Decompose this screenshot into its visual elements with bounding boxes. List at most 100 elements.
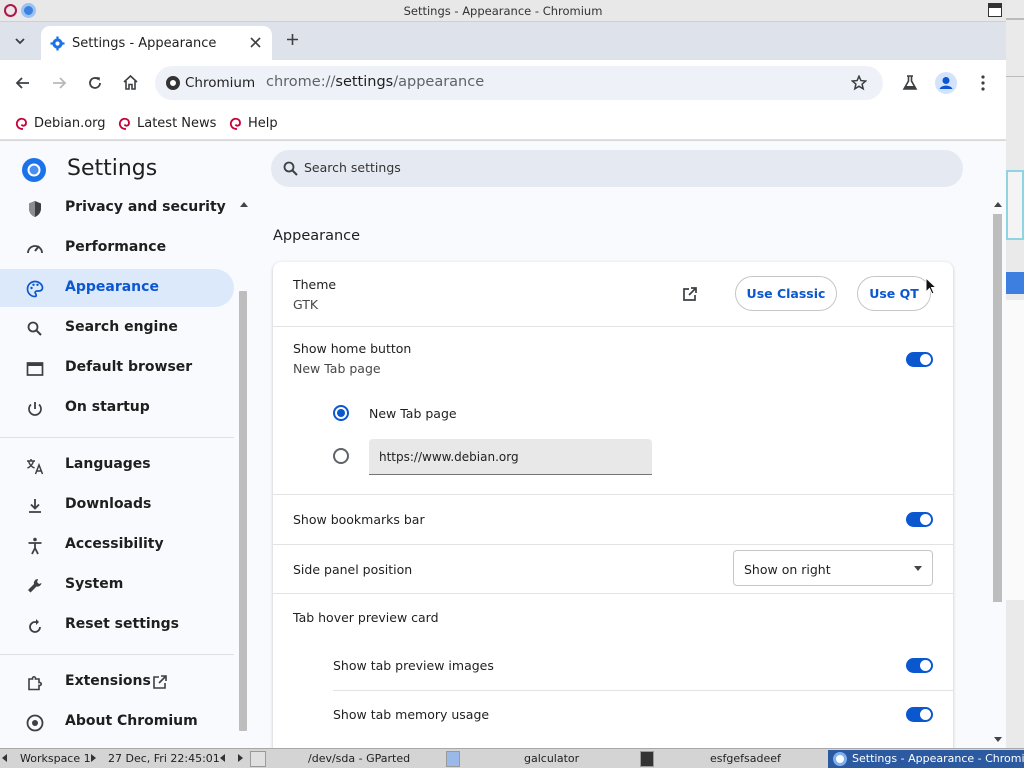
tab-memory-usage-label: Show tab memory usage bbox=[333, 707, 490, 722]
radio-custom-url[interactable] bbox=[333, 448, 349, 464]
sidebar-item-reset-settings[interactable]: Reset settings bbox=[0, 606, 234, 644]
tab-memory-usage-toggle[interactable] bbox=[906, 707, 933, 722]
main-scrollbar[interactable] bbox=[991, 196, 1004, 748]
labs-flask-icon[interactable] bbox=[902, 74, 918, 91]
home-button-toggle[interactable] bbox=[906, 352, 933, 367]
workspace-label[interactable]: Workspace 1 bbox=[20, 752, 91, 765]
external-link-icon[interactable] bbox=[682, 286, 698, 302]
external-link-icon bbox=[152, 674, 168, 690]
scroll-down-arrow-icon[interactable] bbox=[994, 737, 1002, 742]
bg-window-bar bbox=[1006, 76, 1024, 77]
bg-window-panel bbox=[1006, 170, 1024, 240]
speedometer-icon bbox=[25, 239, 45, 259]
back-arrow-icon[interactable] bbox=[15, 75, 31, 91]
side-panel-position-select[interactable]: Show on right bbox=[733, 550, 933, 586]
tab-settings-appearance[interactable]: Settings - Appearance bbox=[41, 26, 272, 60]
taskbar-prev-icon[interactable] bbox=[220, 754, 225, 762]
home-icon[interactable] bbox=[122, 74, 139, 91]
tab-close-icon[interactable] bbox=[250, 37, 261, 48]
workspace-next-icon[interactable] bbox=[91, 754, 96, 762]
sidebar-scrollbar[interactable] bbox=[237, 196, 249, 736]
theme-label: Theme bbox=[293, 277, 337, 292]
bg-window-highlight bbox=[1006, 272, 1024, 294]
bookmarks-bar-toggle[interactable] bbox=[906, 512, 933, 527]
background-window-edge bbox=[1006, 0, 1024, 748]
chromium-logo-icon bbox=[21, 157, 47, 183]
tab-preview-images-label: Show tab preview images bbox=[333, 658, 494, 673]
scroll-up-arrow-icon[interactable] bbox=[240, 202, 248, 207]
profile-avatar-icon[interactable] bbox=[935, 72, 957, 94]
download-icon bbox=[25, 496, 45, 516]
mouse-cursor-icon bbox=[925, 277, 937, 295]
gear-icon bbox=[50, 36, 65, 51]
wrench-icon bbox=[25, 576, 45, 596]
radio-new-tab-page[interactable] bbox=[333, 405, 349, 421]
task-terminal[interactable]: esfgefsadeef bbox=[710, 752, 781, 765]
side-panel-row: Side panel position Show on right bbox=[273, 544, 953, 593]
dropdown-caret-icon bbox=[914, 566, 922, 571]
tab-preview-images-toggle[interactable] bbox=[906, 658, 933, 673]
bookmark-debian-org[interactable]: Debian.org bbox=[14, 113, 106, 133]
reset-icon bbox=[25, 616, 45, 636]
home-button-label: Show home button bbox=[293, 341, 412, 356]
use-qt-button[interactable]: Use QT bbox=[857, 276, 931, 311]
kebab-menu-icon[interactable] bbox=[981, 75, 985, 91]
workspace-prev-icon[interactable] bbox=[2, 754, 7, 762]
tab-search-chevron-icon[interactable] bbox=[14, 35, 26, 47]
sidebar-item-privacy-and-security[interactable]: Privacy and security bbox=[0, 189, 234, 227]
sidebar-item-performance[interactable]: Performance bbox=[0, 229, 234, 267]
tab-hover-row: Tab hover preview card Show tab preview … bbox=[273, 593, 953, 748]
forward-arrow-icon[interactable] bbox=[51, 75, 67, 91]
translate-icon bbox=[25, 456, 45, 476]
tab-title: Settings - Appearance bbox=[72, 36, 217, 51]
bookmark-latest-news[interactable]: Latest News bbox=[117, 113, 216, 133]
search-settings-input[interactable]: Search settings bbox=[271, 150, 963, 187]
site-chip: Chromium bbox=[185, 75, 256, 91]
sidebar-item-default-browser[interactable]: Default browser bbox=[0, 349, 234, 387]
new-tab-plus-icon[interactable] bbox=[286, 33, 299, 46]
chromium-icon bbox=[25, 713, 45, 733]
palette-icon bbox=[25, 279, 45, 299]
sidebar-item-downloads[interactable]: Downloads bbox=[0, 486, 234, 524]
bookmark-help[interactable]: Help bbox=[228, 113, 278, 133]
window-titlebar: Settings - Appearance - Chromium bbox=[0, 0, 1006, 22]
tab-strip: Settings - Appearance bbox=[0, 22, 1006, 60]
radio-new-tab-page-label: New Tab page bbox=[369, 406, 457, 421]
star-icon[interactable] bbox=[851, 75, 867, 91]
sidebar-item-accessibility[interactable]: Accessibility bbox=[0, 526, 234, 564]
taskbar-next-icon[interactable] bbox=[238, 754, 243, 762]
home-button-row: Show home button New Tab page New Tab pa… bbox=[273, 326, 953, 494]
bookmarks-bar-label: Show bookmarks bar bbox=[293, 512, 425, 527]
scroll-up-arrow-icon[interactable] bbox=[994, 202, 1002, 207]
sidebar-item-extensions[interactable]: Extensions bbox=[0, 663, 234, 701]
sidebar-scroll-thumb[interactable] bbox=[239, 291, 247, 731]
use-classic-button[interactable]: Use Classic bbox=[735, 276, 837, 311]
main-scroll-thumb[interactable] bbox=[993, 214, 1002, 602]
sidebar-item-appearance[interactable]: Appearance bbox=[0, 269, 234, 307]
chromium-site-icon bbox=[166, 76, 180, 90]
reload-icon[interactable] bbox=[87, 75, 103, 91]
sidebar-item-about-chromium[interactable]: About Chromium bbox=[0, 703, 234, 741]
custom-home-url-input[interactable]: https://www.debian.org bbox=[369, 439, 652, 475]
settings-page: Settings Search settings Privacy and sec… bbox=[0, 141, 1006, 748]
sidebar-item-system[interactable]: System bbox=[0, 566, 234, 604]
row-separator bbox=[333, 690, 953, 691]
accessibility-icon bbox=[25, 536, 45, 556]
maximize-icon[interactable] bbox=[988, 3, 1002, 17]
tab-hover-label: Tab hover preview card bbox=[293, 610, 439, 625]
taskbar: Workspace 1 27 Dec, Fri 22:45:01 /dev/sd… bbox=[0, 748, 1024, 768]
settings-title: Settings bbox=[67, 156, 158, 181]
appearance-card: Theme GTK Use Classic Use QT Show home b… bbox=[273, 262, 953, 748]
sidebar-item-search-engine[interactable]: Search engine bbox=[0, 309, 234, 347]
address-bar[interactable]: Chromium chrome://settings/appearance bbox=[155, 66, 883, 100]
task-chromium-settings[interactable]: Settings - Appearance - Chromi bbox=[828, 750, 1024, 768]
debian-swirl-icon bbox=[229, 117, 241, 130]
url-text: chrome://settings/appearance bbox=[266, 74, 485, 90]
sidebar-item-languages[interactable]: Languages bbox=[0, 446, 234, 484]
terminal-app-icon bbox=[640, 751, 654, 767]
task-galculator[interactable]: galculator bbox=[524, 752, 579, 765]
calculator-app-icon bbox=[446, 751, 460, 767]
gparted-app-icon bbox=[250, 751, 266, 767]
sidebar-item-on-startup[interactable]: On startup bbox=[0, 389, 234, 427]
task-gparted[interactable]: /dev/sda - GParted bbox=[308, 752, 410, 765]
